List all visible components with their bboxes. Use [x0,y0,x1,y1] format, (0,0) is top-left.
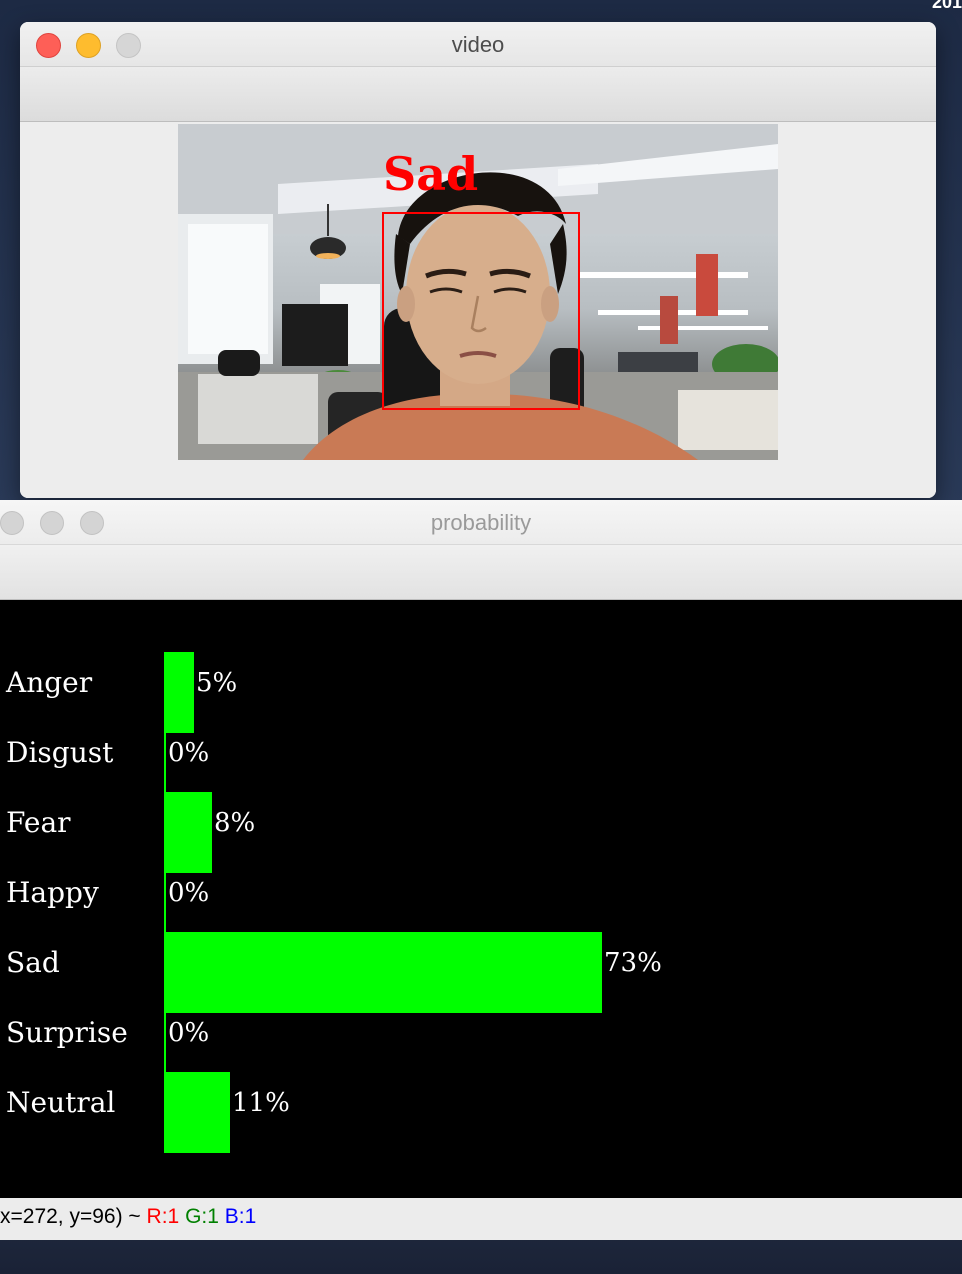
emotion-label-3: Happy [6,876,99,909]
emotion-percent-6: 11% [232,1088,290,1118]
video-toolbar [20,67,936,122]
emotion-bar-3 [164,862,166,943]
probability-window: probability Anger 5% Disgust 0% Fear 8% Happy 0… [0,500,962,1240]
probability-titlebar[interactable]: probability [0,500,962,545]
status-g: G:1 [185,1205,219,1228]
video-content: Sad [20,122,936,498]
video-titlebar[interactable]: video [20,22,936,67]
emotion-label-0: Anger [6,666,93,699]
emotion-label-4: Sad [6,946,60,979]
window-title: video [451,32,505,57]
emotion-label-2: Fear [6,806,71,839]
status-bar: x=272, y=96) ~ R:1 G:1 B:1 [0,1198,962,1236]
emotion-label-5: Surprise [6,1016,128,1049]
status-b: B:1 [224,1205,257,1228]
emotion-percent-1: 0% [168,738,210,768]
emotion-percent-4: 73% [604,948,662,978]
webcam-frame[interactable]: Sad [178,124,778,460]
probability-toolbar [0,545,962,600]
emotion-percent-2: 8% [214,808,256,838]
emotion-bar-4 [164,932,602,1013]
emotion-bar-2 [164,792,212,873]
emotion-percent-5: 0% [168,1018,210,1048]
status-coords: x=272, y=96) ~ [0,1205,147,1228]
emotion-bar-1 [164,722,166,803]
emotion-percent-3: 0% [168,878,210,908]
emotion-bar-0 [164,652,194,733]
emotion-bar-6 [164,1072,230,1153]
emotion-bar-5 [164,1002,166,1083]
detection-label: Sad [383,147,479,201]
window-title: probability [430,510,532,535]
video-window: video Sad [20,22,936,498]
emotion-label-6: Neutral [6,1086,116,1119]
emotion-label-1: Disgust [6,736,114,769]
emotion-percent-0: 5% [196,668,238,698]
desktop-clock-fragment: 201 [931,0,962,12]
probability-canvas[interactable]: Anger 5% Disgust 0% Fear 8% Happy 0% Sad 73% Surpr… [0,600,962,1200]
status-r: R:1 [146,1205,180,1228]
